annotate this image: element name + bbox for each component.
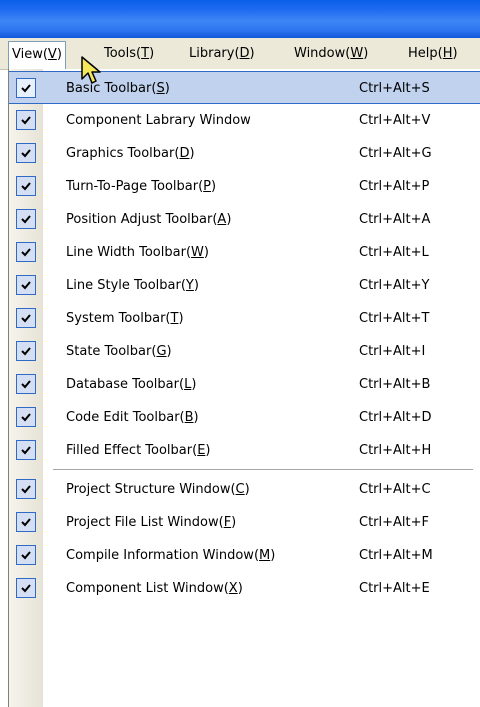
menu-item-project-file-list-window[interactable]: Project File List Window(F) Ctrl+Alt+F xyxy=(9,506,480,539)
menu-item-label: Component Labrary Window xyxy=(66,113,251,128)
check-icon xyxy=(16,479,36,499)
menu-item-label: Compile Information Window(M) xyxy=(66,548,276,563)
menu-item-project-structure-window[interactable]: Project Structure Window(C) Ctrl+Alt+C xyxy=(9,473,480,506)
menu-item-database-toolbar[interactable]: Database Toolbar(L) Ctrl+Alt+B xyxy=(9,368,480,401)
menu-item-graphics-toolbar[interactable]: Graphics Toolbar(D) Ctrl+Alt+G xyxy=(9,137,480,170)
menu-item-shortcut: Ctrl+Alt+E xyxy=(359,581,430,596)
menu-item-state-toolbar[interactable]: State Toolbar(G) Ctrl+Alt+I xyxy=(9,335,480,368)
check-icon xyxy=(16,407,36,427)
menu-item-component-list-window[interactable]: Component List Window(X) Ctrl+Alt+E xyxy=(9,572,480,605)
check-icon xyxy=(16,209,36,229)
check-icon xyxy=(16,374,36,394)
check-icon xyxy=(16,275,36,295)
menu-item-label: Turn-To-Page Toolbar(P) xyxy=(66,179,217,194)
mouse-pointer-icon xyxy=(81,56,101,84)
menu-item-label: Line Width Toolbar(W) xyxy=(66,245,209,260)
menu-item-shortcut: Ctrl+Alt+D xyxy=(359,410,432,425)
check-icon xyxy=(16,78,36,98)
menu-item-shortcut: Ctrl+Alt+C xyxy=(359,482,431,497)
menu-item-line-style-toolbar[interactable]: Line Style Toolbar(Y) Ctrl+Alt+Y xyxy=(9,269,480,302)
menu-item-component-labrary-window[interactable]: Component Labrary Window Ctrl+Alt+V xyxy=(9,104,480,137)
menu-item-label: System Toolbar(T) xyxy=(66,311,184,326)
check-icon xyxy=(16,242,36,262)
check-icon xyxy=(16,512,36,532)
menu-item-compile-information-window[interactable]: Compile Information Window(M) Ctrl+Alt+M xyxy=(9,539,480,572)
menu-item-shortcut: Ctrl+Alt+L xyxy=(359,245,429,260)
menu-item-shortcut: Ctrl+Alt+A xyxy=(359,212,431,227)
menu-separator xyxy=(53,469,473,470)
menu-item-shortcut: Ctrl+Alt+I xyxy=(359,344,426,359)
menu-item-shortcut: Ctrl+Alt+T xyxy=(359,311,430,326)
menu-item-code-edit-toolbar[interactable]: Code Edit Toolbar(B) Ctrl+Alt+D xyxy=(9,401,480,434)
menu-item-label: Component List Window(X) xyxy=(66,581,243,596)
menu-item-shortcut: Ctrl+Alt+B xyxy=(359,377,431,392)
menu-item-label: Project Structure Window(C) xyxy=(66,482,250,497)
menu-item-line-width-toolbar[interactable]: Line Width Toolbar(W) Ctrl+Alt+L xyxy=(9,236,480,269)
menu-item-label: Line Style Toolbar(Y) xyxy=(66,278,199,293)
menu-item-filled-effect-toolbar[interactable]: Filled Effect Toolbar(E) Ctrl+Alt+H xyxy=(9,434,480,467)
menu-item-label: Position Adjust Toolbar(A) xyxy=(66,212,232,227)
menu-item-turn-to-page-toolbar[interactable]: Turn-To-Page Toolbar(P) Ctrl+Alt+P xyxy=(9,170,480,203)
menu-library[interactable]: Library(D) xyxy=(186,41,258,66)
window-title-bar xyxy=(0,0,480,38)
menu-item-system-toolbar[interactable]: System Toolbar(T) Ctrl+Alt+T xyxy=(9,302,480,335)
check-icon xyxy=(16,143,36,163)
check-icon xyxy=(16,308,36,328)
check-icon xyxy=(16,440,36,460)
menu-item-shortcut: Ctrl+Alt+P xyxy=(359,179,430,194)
menu-help[interactable]: Help(H) xyxy=(405,41,461,66)
menu-item-shortcut: Ctrl+Alt+H xyxy=(359,443,432,458)
menu-item-shortcut: Ctrl+Alt+M xyxy=(359,548,433,563)
view-menu-dropdown: Basic Toolbar(S) Ctrl+Alt+S Component La… xyxy=(8,69,480,707)
menu-item-label: Filled Effect Toolbar(E) xyxy=(66,443,211,458)
menu-item-shortcut: Ctrl+Alt+V xyxy=(359,113,431,128)
menu-window[interactable]: Window(W) xyxy=(291,41,371,66)
menu-item-label: Graphics Toolbar(D) xyxy=(66,146,195,161)
menu-item-shortcut: Ctrl+Alt+G xyxy=(359,146,432,161)
menu-item-position-adjust-toolbar[interactable]: Position Adjust Toolbar(A) Ctrl+Alt+A xyxy=(9,203,480,236)
menu-item-shortcut: Ctrl+Alt+S xyxy=(359,81,430,96)
menu-view[interactable]: View(V) xyxy=(8,41,66,70)
menu-item-label: Project File List Window(F) xyxy=(66,515,237,530)
check-icon xyxy=(16,176,36,196)
menu-item-label: Database Toolbar(L) xyxy=(66,377,197,392)
menu-bar: View(V) Tools(T) Library(D) Window(W) He… xyxy=(0,38,480,70)
menu-item-shortcut: Ctrl+Alt+Y xyxy=(359,278,430,293)
menu-item-label: State Toolbar(G) xyxy=(66,344,172,359)
check-icon xyxy=(16,578,36,598)
menu-item-label: Code Edit Toolbar(B) xyxy=(66,410,199,425)
check-icon xyxy=(16,341,36,361)
check-icon xyxy=(16,110,36,130)
menu-tools[interactable]: Tools(T) xyxy=(101,41,157,66)
menu-item-shortcut: Ctrl+Alt+F xyxy=(359,515,429,530)
check-icon xyxy=(16,545,36,565)
